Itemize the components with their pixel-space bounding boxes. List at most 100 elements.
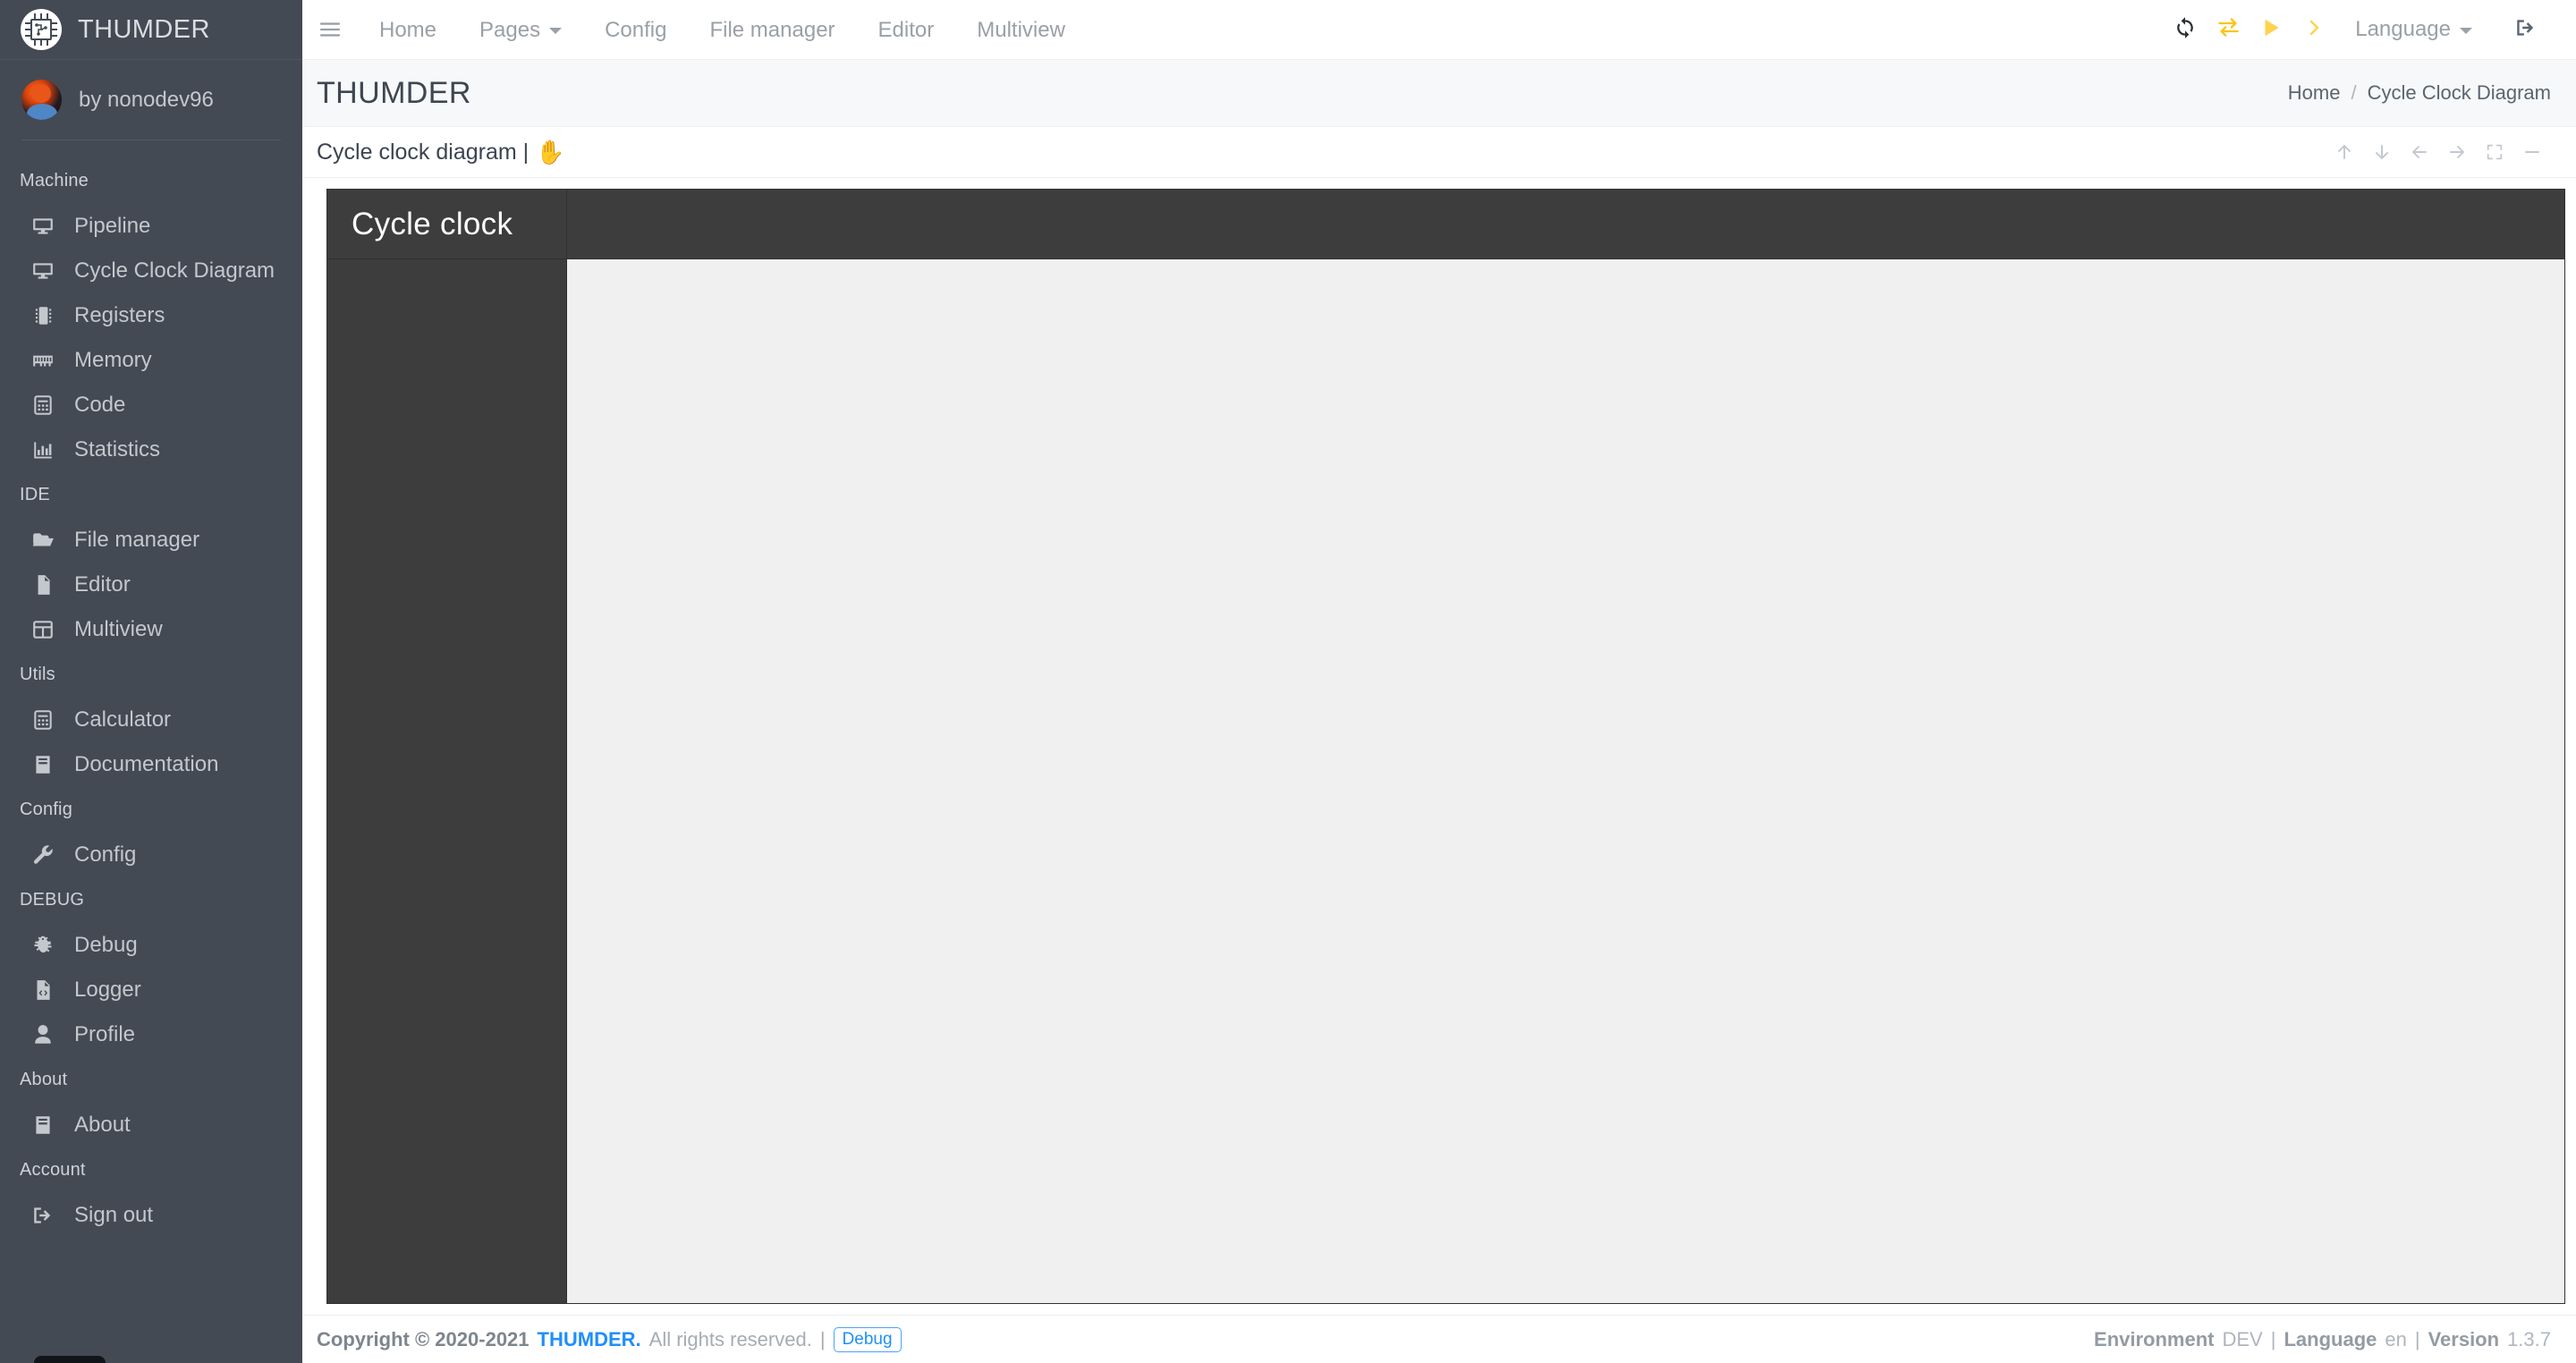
cycle-clock-card: Cycle clock diagram | ✋ Cycle clock <box>302 127 2576 1315</box>
topnav-home[interactable]: Home <box>358 0 458 60</box>
book-icon <box>30 1113 55 1138</box>
sidebar-item-about[interactable]: About <box>0 1103 302 1147</box>
sidebar-item-label: Statistics <box>74 437 161 461</box>
sidebar-item-label: Code <box>74 393 126 417</box>
sidebar-item-calculator[interactable]: Calculator <box>0 698 302 742</box>
table-grid-icon <box>30 617 55 642</box>
brand-name: THUMDER <box>78 14 210 44</box>
file-icon <box>30 572 55 597</box>
arrow-right-icon[interactable] <box>2438 133 2476 171</box>
calculator-icon <box>30 393 55 418</box>
footer-pipe-2: | <box>2270 1327 2276 1350</box>
topnav-editor[interactable]: Editor <box>857 0 956 60</box>
minimize-icon[interactable] <box>2513 133 2551 171</box>
sign-out-icon <box>30 1203 55 1228</box>
sidebar-item-debug[interactable]: Debug <box>0 923 302 968</box>
sidebar-user[interactable]: by nonodev96 <box>0 60 302 140</box>
sidebar-scrollbar-thumb[interactable] <box>34 1356 106 1363</box>
cpu-chip-logo-icon <box>20 8 63 51</box>
page-title: THUMDER <box>317 75 471 110</box>
breadcrumb-home[interactable]: Home <box>2288 81 2341 105</box>
topnav-label: Multiview <box>977 17 1065 42</box>
diagram-wrapper: Cycle clock <box>302 178 2576 1315</box>
refresh-button[interactable] <box>2164 0 2207 60</box>
sidebar-item-profile[interactable]: Profile <box>0 1012 302 1057</box>
exchange-arrows-icon <box>2216 15 2241 44</box>
footer-brand-link[interactable]: THUMDER. <box>538 1328 641 1351</box>
nav-section-config-header: Config <box>20 800 73 819</box>
app-root: THUMDER by nonodev96 Machine Pipeline Cy… <box>0 0 2576 1363</box>
exchange-button[interactable] <box>2207 0 2250 60</box>
sign-out-icon <box>2514 16 2538 44</box>
sidebar-item-memory[interactable]: Memory <box>0 338 302 383</box>
sidebar-item-file-manager[interactable]: File manager <box>0 518 302 563</box>
footer-pipe: | <box>819 1327 826 1350</box>
sidebar-item-code[interactable]: Code <box>0 383 302 428</box>
sidebar-item-label: Cycle Clock Diagram <box>74 258 275 283</box>
topnav-multiview[interactable]: Multiview <box>955 0 1087 60</box>
topbar-actions: Language <box>2164 0 2551 60</box>
topnav-config[interactable]: Config <box>583 0 688 60</box>
topnav-pages[interactable]: Pages <box>458 0 583 60</box>
breadcrumb-current: Cycle Clock Diagram <box>2367 81 2551 104</box>
sidebar-item-sign-out[interactable]: Sign out <box>0 1193 302 1238</box>
nav-section-utils-header: Utils <box>20 665 55 684</box>
footer-version-label: Version <box>2428 1327 2500 1350</box>
sidebar-item-label: Profile <box>74 1022 136 1046</box>
expand-fullscreen-icon[interactable] <box>2476 133 2513 171</box>
play-button[interactable] <box>2250 0 2292 60</box>
card-toolbar <box>2326 133 2551 171</box>
footer-copyright: Copyright © 2020-2021 <box>317 1327 530 1350</box>
sidebar-item-statistics[interactable]: Statistics <box>0 428 302 472</box>
sidebar-item-label: Multiview <box>74 617 163 641</box>
topbar: Home Pages Config File manager Editor Mu… <box>302 0 2576 60</box>
bar-chart-icon <box>30 437 55 462</box>
logout-button[interactable] <box>2501 0 2551 60</box>
topnav-label: Config <box>605 17 667 42</box>
arrow-up-icon[interactable] <box>2326 133 2363 171</box>
sidebar-item-label: Pipeline <box>74 214 151 238</box>
sidebar-item-cycle-clock-diagram[interactable]: Cycle Clock Diagram <box>0 249 302 293</box>
arrow-left-icon[interactable] <box>2401 133 2438 171</box>
ram-stick-icon <box>30 348 55 373</box>
step-forward-button[interactable] <box>2292 0 2335 60</box>
memory-chip-icon <box>30 303 55 328</box>
hand-grab-icon[interactable]: ✋ <box>536 140 564 164</box>
sidebar-brand[interactable]: THUMDER <box>0 0 302 60</box>
sidebar-item-registers[interactable]: Registers <box>0 293 302 338</box>
sidebar-item-label: Editor <box>74 572 131 597</box>
diagram-corner-label: Cycle clock <box>352 206 513 241</box>
breadcrumb-separator: / <box>2351 81 2357 104</box>
language-label: Language <box>2355 17 2451 41</box>
nav-section-machine-header: Machine <box>20 171 89 190</box>
card-header: Cycle clock diagram | ✋ <box>302 127 2576 178</box>
sidebar-item-editor[interactable]: Editor <box>0 563 302 607</box>
hamburger-menu-icon[interactable] <box>302 0 358 60</box>
sidebar-item-logger[interactable]: Logger <box>0 968 302 1012</box>
sidebar-item-pipeline[interactable]: Pipeline <box>0 204 302 249</box>
debug-badge[interactable]: Debug <box>833 1326 902 1352</box>
language-dropdown[interactable]: Language <box>2335 0 2488 60</box>
sidebar-item-label: Memory <box>74 348 152 372</box>
footer-right: Environment DEV | Language en | Version … <box>2094 1328 2551 1351</box>
footer-language-label: Language <box>2284 1327 2377 1350</box>
sidebar-item-multiview[interactable]: Multiview <box>0 607 302 652</box>
cycle-clock-diagram[interactable]: Cycle clock <box>326 189 2565 1304</box>
sidebar-item-config[interactable]: Config <box>0 833 302 877</box>
arrow-down-icon[interactable] <box>2363 133 2401 171</box>
user-icon <box>30 1022 55 1047</box>
footer-language-value: en <box>2385 1327 2407 1350</box>
desktop-icon <box>30 214 55 239</box>
nav-section-about-header: About <box>20 1070 68 1089</box>
footer: Copyright © 2020-2021 THUMDER. All right… <box>302 1315 2576 1363</box>
sidebar-item-documentation[interactable]: Documentation <box>0 742 302 787</box>
chevron-right-icon <box>2303 17 2325 43</box>
breadcrumb: Home / Cycle Clock Diagram <box>2288 81 2551 105</box>
sidebar: THUMDER by nonodev96 Machine Pipeline Cy… <box>0 0 302 1363</box>
topnav-label: Pages <box>479 17 541 42</box>
topnav-label: Editor <box>877 17 935 42</box>
footer-rights: All rights reserved. <box>648 1327 812 1350</box>
card-title: Cycle clock diagram | ✋ <box>317 140 565 165</box>
diagram-canvas[interactable] <box>567 259 2564 1303</box>
topnav-file-manager[interactable]: File manager <box>688 0 856 60</box>
